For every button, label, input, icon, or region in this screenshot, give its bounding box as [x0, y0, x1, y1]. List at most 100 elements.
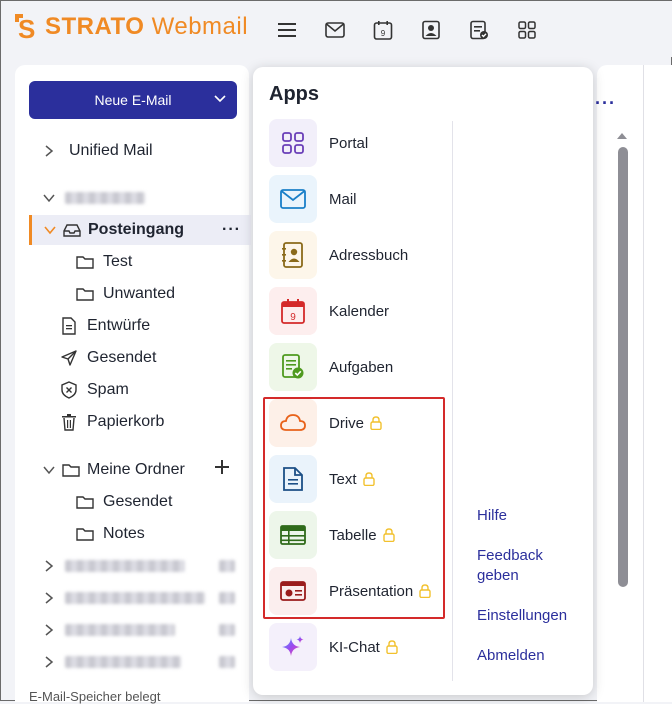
folder-sidebar: Neue E-Mail Unified Mail Posteingang ···… [15, 65, 251, 704]
chevron-right-icon[interactable] [39, 141, 59, 161]
tasks-icon[interactable] [455, 17, 503, 43]
app-calendar[interactable]: 9 Kalender [269, 287, 449, 335]
chevron-down-icon[interactable] [40, 220, 60, 240]
mail-icon[interactable] [311, 17, 359, 43]
calendar-icon[interactable]: 9 [359, 17, 407, 43]
calendar-day: 9 [381, 29, 386, 38]
redacted-account-row[interactable] [39, 615, 261, 645]
strato-logo[interactable]: S STRATO Webmail [15, 13, 248, 44]
redacted-count [219, 624, 235, 636]
unified-mail-label: Unified Mail [69, 142, 153, 159]
app-label: Portal [329, 134, 369, 152]
scrollbar-thumb[interactable] [618, 147, 628, 587]
redacted-text [65, 656, 181, 668]
brand-name: STRATO Webmail [45, 13, 248, 41]
chevron-right-icon[interactable] [39, 588, 59, 608]
folder-label: Unwanted [103, 285, 176, 302]
account-item[interactable] [39, 183, 261, 213]
send-icon [59, 348, 79, 368]
strato-logo-mark-icon: S [15, 14, 41, 44]
folder-icon [75, 284, 95, 304]
app-mail[interactable]: Mail [269, 175, 449, 223]
app-label: KI-Chat [329, 639, 398, 656]
chevron-down-icon[interactable] [39, 188, 59, 208]
menu-icon[interactable] [263, 17, 311, 43]
redacted-count [219, 592, 235, 604]
folder-icon [75, 252, 95, 272]
sidebar-item-spam[interactable]: Spam [59, 375, 281, 405]
brand-strato: STRATO [45, 13, 145, 40]
scroll-up-arrow-icon[interactable] [617, 133, 627, 139]
trash-icon [59, 412, 79, 432]
folder-label: Gesendet [103, 493, 173, 510]
draft-document-icon [59, 316, 79, 336]
app-ai-chat[interactable]: KI-Chat [269, 623, 449, 671]
chevron-right-icon[interactable] [39, 620, 59, 640]
trash-label: Papierkorb [87, 413, 165, 430]
feedback-link[interactable]: Feedback geben [477, 546, 567, 586]
folder-label: Test [103, 253, 133, 270]
sidebar-item-drafts[interactable]: Entwürfe [59, 311, 281, 341]
lock-icon [386, 640, 398, 654]
top-bar: S STRATO Webmail 9 [1, 1, 672, 57]
tasks-icon [269, 343, 317, 391]
app-address-book[interactable]: Adressbuch [269, 231, 449, 279]
new-email-button[interactable]: Neue E-Mail [29, 81, 237, 119]
apps-grid-icon[interactable] [503, 17, 551, 43]
sidebar-item-trash[interactable]: Papierkorb [59, 407, 281, 437]
logout-link[interactable]: Abmelden [477, 646, 545, 666]
sidebar-item-sent[interactable]: Gesendet [59, 343, 281, 373]
redacted-account-row[interactable] [39, 583, 261, 613]
svg-text:S: S [18, 14, 35, 40]
chevron-right-icon[interactable] [39, 556, 59, 576]
redacted-count [219, 560, 235, 572]
folder-label: Notes [103, 525, 145, 542]
more-options-icon[interactable]: ··· [222, 221, 241, 239]
settings-link[interactable]: Einstellungen [477, 606, 567, 626]
portal-grid-icon [269, 119, 317, 167]
add-folder-icon[interactable] [215, 460, 229, 479]
unified-mail-item[interactable]: Unified Mail [39, 136, 261, 166]
folder-icon [75, 492, 95, 512]
mail-icon [269, 175, 317, 223]
spam-shield-icon [59, 380, 79, 400]
calendar-day: 9 [290, 312, 296, 323]
inbox-label: Posteingang [88, 221, 185, 238]
redacted-account-row[interactable] [39, 647, 261, 677]
folder-icon [61, 460, 81, 480]
new-email-label: Neue E-Mail [94, 92, 172, 108]
apps-divider [452, 121, 453, 681]
app-tasks[interactable]: Aufgaben [269, 343, 449, 391]
drafts-label: Entwürfe [87, 317, 151, 334]
redacted-account-row[interactable] [39, 551, 261, 581]
redacted-text [65, 560, 185, 572]
mail-list-panel [597, 65, 672, 702]
app-name: KI-Chat [329, 638, 380, 656]
sidebar-item-inbox[interactable]: Posteingang ··· [29, 215, 251, 245]
locked-apps-highlight [263, 397, 445, 619]
app-label: Kalender [329, 302, 390, 320]
app-label: Adressbuch [329, 246, 409, 264]
spam-label: Spam [87, 381, 129, 398]
redacted-text [65, 592, 205, 604]
inbox-icon [62, 220, 82, 240]
contacts-icon[interactable] [407, 17, 455, 43]
app-label: Mail [329, 190, 357, 208]
sent-label: Gesendet [87, 349, 157, 366]
address-book-icon [269, 231, 317, 279]
app-label: Aufgaben [329, 358, 394, 376]
help-link[interactable]: Hilfe [477, 506, 507, 526]
apps-title: Apps [269, 83, 319, 105]
chevron-down-icon[interactable] [213, 91, 227, 108]
panel-divider [643, 65, 644, 702]
chevron-right-icon[interactable] [39, 652, 59, 672]
my-folders-label: Meine Ordner [87, 461, 185, 478]
account-name-redacted [65, 192, 145, 204]
chevron-down-icon[interactable] [39, 460, 59, 480]
more-options-icon[interactable]: ··· [595, 93, 616, 114]
app-portal[interactable]: Portal [269, 119, 449, 167]
sparkle-icon [269, 623, 317, 671]
sidebar-item-my-folders[interactable]: Meine Ordner [39, 455, 261, 485]
folder-icon [75, 524, 95, 544]
calendar-icon: 9 [269, 287, 317, 335]
